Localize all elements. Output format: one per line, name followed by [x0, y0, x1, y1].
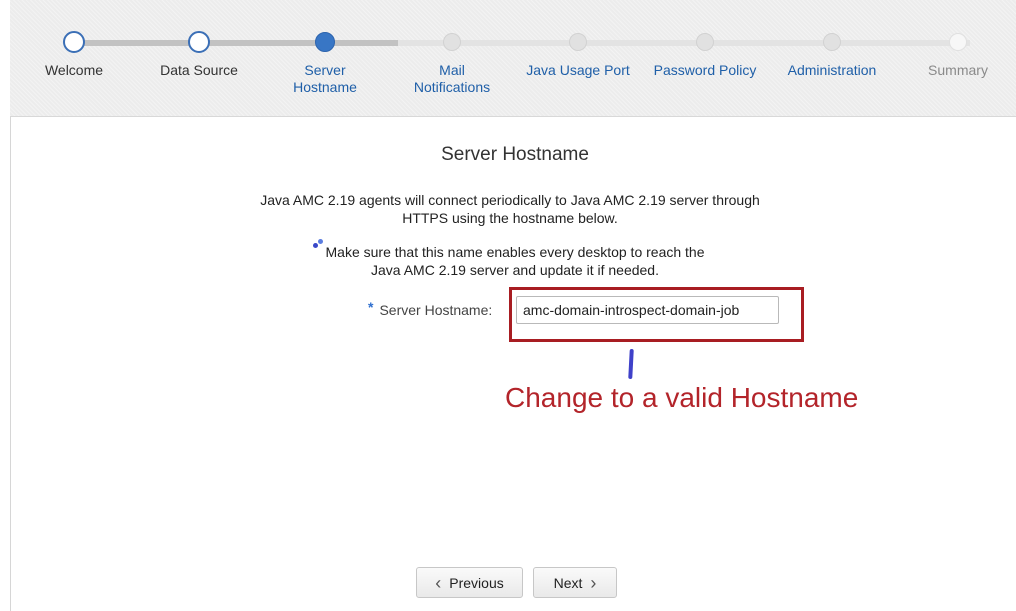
- server-hostname-input[interactable]: [516, 296, 779, 324]
- intro-text: Java AMC 2.19 agents will connect period…: [260, 192, 760, 226]
- train-label-data-source[interactable]: Data Source: [139, 62, 259, 79]
- next-button[interactable]: Next ›: [533, 567, 617, 598]
- train-stop-java-usage-port[interactable]: [569, 33, 587, 51]
- train-stop-mail-notifications[interactable]: [443, 33, 461, 51]
- train-label-password-policy[interactable]: Password Policy: [645, 62, 765, 79]
- train-label-java-usage-port[interactable]: Java Usage Port: [518, 62, 638, 79]
- server-hostname-label: * Server Hostname:: [368, 299, 508, 318]
- chevron-left-icon: ‹: [435, 572, 442, 593]
- train-stop-password-policy[interactable]: [696, 33, 714, 51]
- train-remaining-line: [398, 40, 970, 46]
- page-title: Server Hostname: [441, 144, 589, 165]
- previous-button-label: Previous: [449, 574, 504, 591]
- next-button-label: Next: [553, 574, 583, 591]
- train-label-mail-notifications[interactable]: Mail Notifications: [392, 62, 512, 96]
- train-stop-data-source[interactable]: [188, 31, 210, 53]
- required-marker: *: [368, 299, 374, 315]
- train-label-server-hostname: Server Hostname: [293, 62, 357, 95]
- hostname-note: Make sure that this name enables every d…: [325, 244, 705, 278]
- train-stop-summary: [949, 33, 967, 51]
- annotation-text: Change to a valid Hostname: [505, 382, 859, 413]
- train-stop-welcome[interactable]: [63, 31, 85, 53]
- train-label-welcome[interactable]: Welcome: [14, 62, 134, 79]
- previous-button[interactable]: ‹ Previous: [416, 567, 523, 598]
- train-progress-line: [84, 40, 398, 46]
- setup-wizard: Welcome Data Source Server Hostname Mail N…: [0, 0, 1016, 611]
- train-stop-administration[interactable]: [823, 33, 841, 51]
- train-label-administration[interactable]: Administration: [772, 62, 892, 79]
- train-stop-server-hostname: [315, 32, 335, 52]
- server-hostname-label-text: Server Hostname:: [379, 302, 493, 318]
- chevron-right-icon: ›: [590, 572, 597, 593]
- wizard-train: Welcome Data Source Server Hostname Mail N…: [10, 0, 1016, 117]
- train-label-summary: Summary: [928, 62, 988, 78]
